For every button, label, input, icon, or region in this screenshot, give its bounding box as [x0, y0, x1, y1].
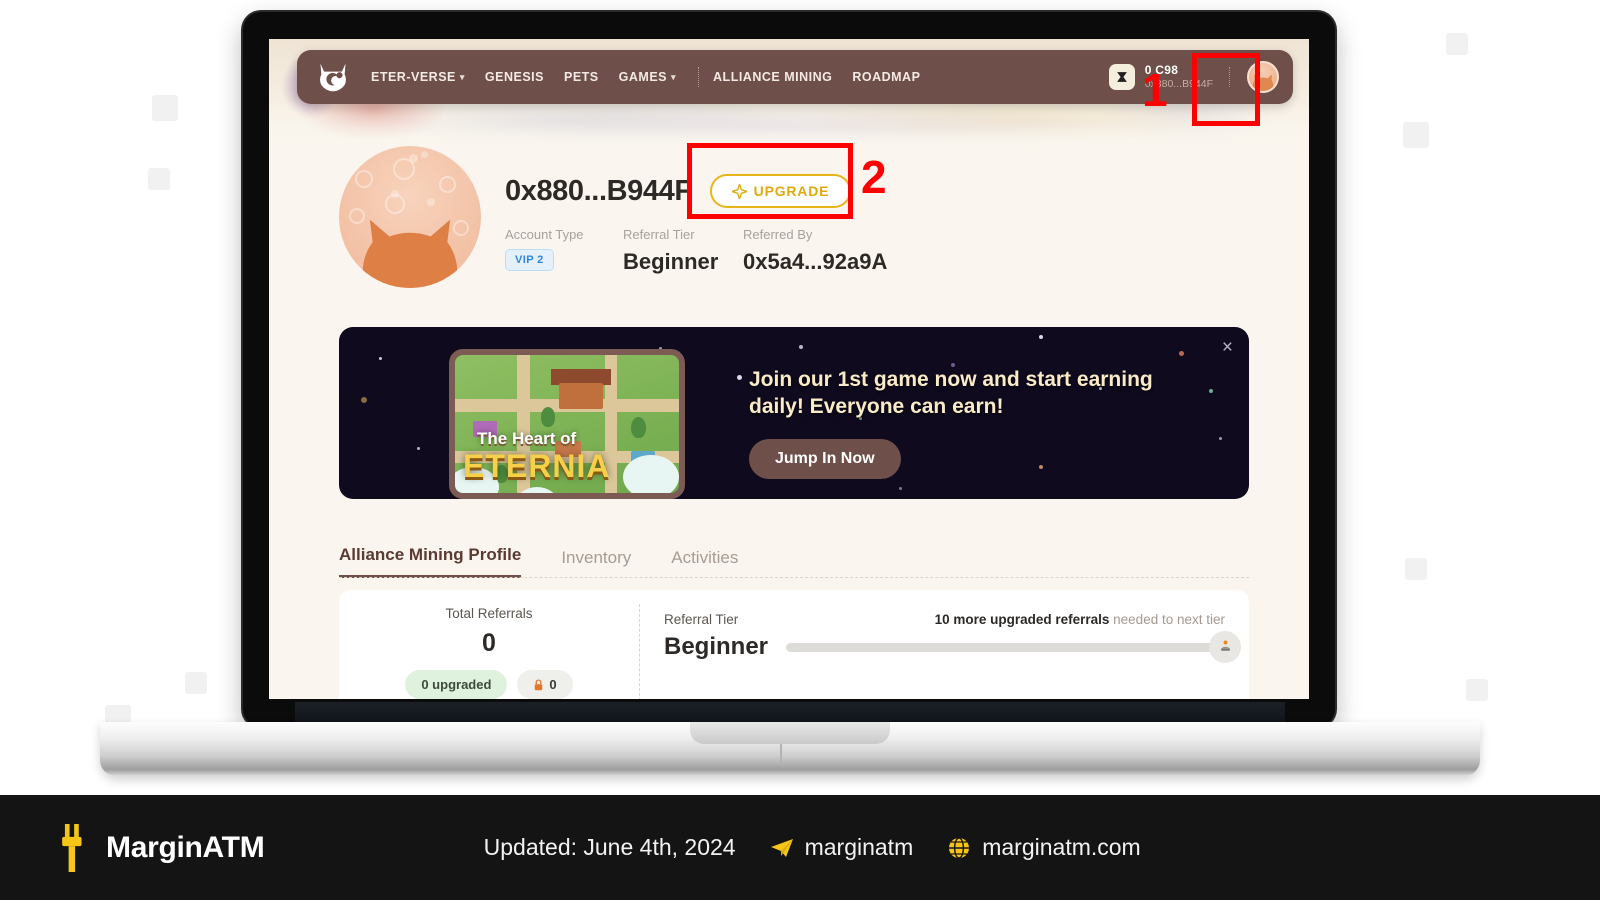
decor-block — [1466, 679, 1488, 701]
locked-pill: 0 — [517, 670, 573, 699]
screenshot-root: ETER-VERSE ▾ GENESIS PETS GAMES ▾ ALLIAN… — [0, 0, 1600, 900]
decor-block — [148, 168, 170, 190]
laptop-mockup: ETER-VERSE ▾ GENESIS PETS GAMES ▾ ALLIAN… — [243, 12, 1335, 727]
profile-avatar — [339, 146, 481, 288]
nav-divider — [698, 67, 700, 87]
nav-link-pets[interactable]: PETS — [564, 70, 599, 84]
chevron-down-icon: ▾ — [459, 71, 465, 82]
annotation-number-1: 1 — [1142, 64, 1168, 116]
tier-trophy-icon — [1209, 630, 1241, 663]
next-tier-rest: needed to next tier — [1109, 612, 1225, 627]
next-tier-hint: 10 more upgraded referrals needed to nex… — [935, 612, 1225, 627]
referral-tier-panel: Referral Tier 10 more upgraded referrals… — [640, 590, 1249, 699]
laptop-base-seam — [780, 744, 782, 762]
brand-name: MarginATM — [106, 830, 265, 864]
referral-tier-value: Beginner — [664, 633, 769, 660]
annotation-box-2 — [687, 143, 853, 219]
tab-alliance-mining-profile[interactable]: Alliance Mining Profile — [339, 545, 522, 578]
meta-label: Referral Tier — [623, 227, 695, 242]
meta-label: Account Type — [505, 227, 584, 242]
nav-link-eter-verse[interactable]: ETER-VERSE ▾ — [371, 70, 465, 84]
nav-link-roadmap[interactable]: ROADMAP — [852, 70, 920, 84]
telegram-handle: marginatm — [804, 834, 914, 860]
tab-inventory[interactable]: Inventory — [561, 548, 631, 578]
next-tier-bold: 10 more upgraded referrals — [934, 612, 1110, 627]
website-link[interactable]: marginatm.com — [947, 834, 1141, 861]
annotation-number-2: 2 — [861, 151, 887, 203]
nav-link-games[interactable]: GAMES ▾ — [619, 70, 676, 84]
decor-block — [1405, 558, 1427, 580]
total-referrals-label: Total Referrals — [445, 606, 533, 621]
decor-block — [185, 672, 207, 694]
nav-link-label: GENESIS — [484, 70, 544, 84]
website-url: marginatm.com — [982, 834, 1141, 860]
tab-activities[interactable]: Activities — [671, 548, 738, 578]
referral-stats-card: Total Referrals 0 0 upgraded 0 Referral … — [339, 590, 1249, 699]
upgraded-pill: 0 upgraded — [405, 670, 508, 699]
meta-referred-by: Referred By 0x5a4...92a9A — [743, 227, 887, 275]
annotation-box-1 — [1192, 53, 1260, 126]
token-icon[interactable] — [1108, 64, 1135, 90]
jump-in-now-button[interactable]: Jump In Now — [749, 439, 901, 479]
profile-meta-row: Account Type VIP 2 Referral Tier Beginne… — [505, 227, 887, 275]
lock-icon — [535, 678, 543, 690]
globe-icon — [949, 836, 970, 859]
telegram-link[interactable]: marginatm — [770, 834, 914, 861]
referral-pills: 0 upgraded 0 — [405, 670, 573, 699]
footer-bar: MarginATM Updated: June 4th, 2024 margin… — [0, 795, 1600, 900]
tab-divider — [339, 577, 1249, 578]
nav-link-label: ROADMAP — [852, 70, 921, 84]
meta-value: Beginner — [623, 249, 719, 274]
promo-headline: Join our 1st game now and start earning … — [749, 368, 1153, 418]
decor-block — [1446, 33, 1468, 55]
house-body — [559, 383, 603, 409]
game-title-big: ETERNIA — [463, 448, 611, 484]
decor-block — [152, 95, 178, 121]
tab-bar: Alliance Mining Profile Inventory Activi… — [339, 536, 1249, 578]
nav-link-label: PETS — [564, 70, 599, 84]
updated-date: Updated: June 4th, 2024 — [483, 834, 736, 860]
footer-links: Updated: June 4th, 2024 marginatm margin… — [484, 834, 1141, 861]
profile-wallet-address: 0x880...B944F — [505, 174, 692, 207]
vip-badge: VIP 2 — [505, 249, 554, 271]
nav-link-label: ETER-VERSE — [371, 70, 456, 84]
decor-block — [1403, 122, 1429, 148]
meta-account-type: Account Type VIP 2 — [505, 227, 623, 275]
brand-block: MarginATM — [62, 823, 265, 872]
eternal-monster-logo-icon[interactable] — [315, 60, 351, 94]
game-title-small: The Heart of — [477, 429, 577, 448]
locked-count: 0 — [549, 677, 557, 692]
telegram-icon — [770, 838, 793, 857]
meta-value: 0x5a4...92a9A — [743, 249, 888, 274]
tier-progress-row: Beginner — [664, 630, 1241, 663]
meta-referral-tier: Referral Tier Beginner — [623, 227, 743, 275]
game-artwork: The Heart of ETERNIA — [449, 349, 685, 499]
nav-link-label: GAMES — [618, 70, 667, 84]
browser-viewport: ETER-VERSE ▾ GENESIS PETS GAMES ▾ ALLIAN… — [269, 39, 1309, 699]
nav-link-genesis[interactable]: GENESIS — [485, 70, 544, 84]
marginatm-logo-icon — [62, 823, 82, 872]
close-icon[interactable]: × — [1222, 338, 1233, 357]
laptop-base-notch — [690, 722, 890, 744]
chevron-down-icon: ▾ — [671, 71, 677, 82]
nav-link-alliance-mining[interactable]: ALLIANCE MINING — [713, 70, 832, 84]
meta-label: Referred By — [743, 227, 813, 242]
tier-progress-bar — [786, 630, 1241, 663]
laptop-hinge — [295, 702, 1285, 724]
total-referrals-panel: Total Referrals 0 0 upgraded 0 — [339, 590, 639, 699]
total-referrals-value: 0 — [482, 629, 496, 657]
promo-banner: × The Heart of ETERNIA Join our 1st game… — [339, 327, 1249, 499]
nav-link-label: ALLIANCE MINING — [713, 70, 833, 84]
